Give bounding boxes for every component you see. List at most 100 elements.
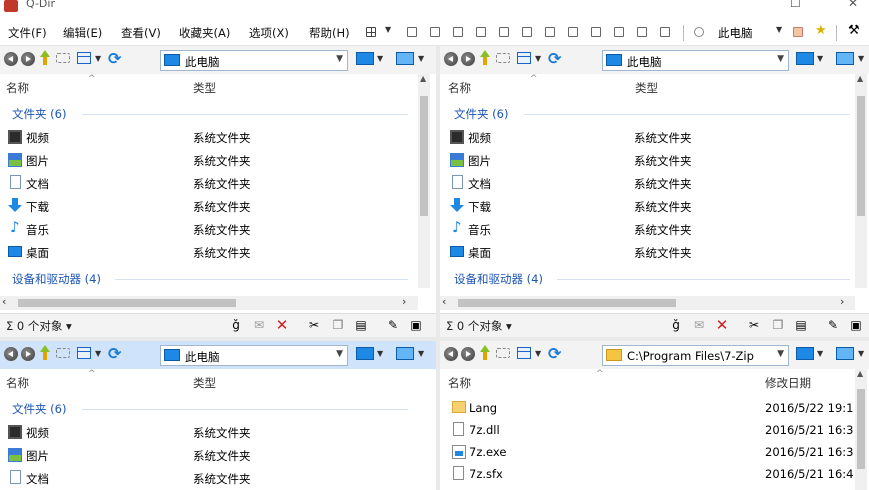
group-header[interactable]: 文件夹 (6) xyxy=(12,401,66,417)
copy-icon[interactable]: ❐ xyxy=(771,318,785,332)
list-item[interactable]: 音乐 xyxy=(468,222,491,238)
layout-grid-icon[interactable] xyxy=(366,27,376,37)
list-item[interactable]: 下载 xyxy=(468,199,491,215)
layout-3-icon[interactable] xyxy=(453,27,463,37)
address-bar[interactable]: 此电脑 ▼ xyxy=(602,50,789,71)
list-item[interactable]: 图片 xyxy=(26,153,49,169)
layout-4-icon[interactable] xyxy=(476,27,486,37)
list-item[interactable]: 文档 xyxy=(26,176,49,192)
group-header[interactable]: 设备和驱动器 (4) xyxy=(12,271,101,287)
back-icon[interactable] xyxy=(444,52,458,66)
list-item[interactable]: 桌面 xyxy=(26,245,49,261)
star-icon[interactable]: ★ xyxy=(815,23,829,38)
chevron-down-icon[interactable]: ▼ xyxy=(535,54,541,63)
delete-icon[interactable]: ✕ xyxy=(715,318,729,333)
monitor-icon[interactable] xyxy=(356,52,374,65)
scroll-thumb[interactable] xyxy=(18,299,236,307)
view-mode-icon[interactable] xyxy=(77,52,91,64)
cut-icon[interactable]: ✂ xyxy=(307,318,321,332)
chevron-down-icon[interactable]: ▼ xyxy=(858,349,864,358)
scroll-left-icon[interactable]: ‹ xyxy=(442,295,446,308)
chevron-down-icon[interactable]: ▼ xyxy=(535,349,541,358)
chevron-down-icon[interactable]: ▼ xyxy=(817,349,823,358)
format-icon[interactable]: ǧ xyxy=(229,318,243,332)
user-icon[interactable] xyxy=(694,27,704,37)
back-icon[interactable] xyxy=(444,347,458,361)
layout-6-icon[interactable] xyxy=(522,27,532,37)
monitor-icon[interactable] xyxy=(836,347,854,360)
chevron-down-icon[interactable]: ▼ xyxy=(777,349,784,359)
rename-icon[interactable]: ✎ xyxy=(826,318,840,332)
chevron-down-icon[interactable]: ▼ xyxy=(95,54,101,63)
list-item[interactable]: 7z.dll xyxy=(469,423,500,437)
up-folder-icon[interactable] xyxy=(39,345,51,361)
list-item[interactable]: 音乐 xyxy=(26,222,49,238)
scroll-left-icon[interactable]: ‹ xyxy=(2,295,6,308)
horizontal-scrollbar[interactable]: ‹ › xyxy=(0,295,418,310)
address-bar[interactable]: 此电脑 ▼ xyxy=(160,50,348,71)
refresh-icon[interactable]: ⟳ xyxy=(108,49,121,68)
scroll-up-icon[interactable]: ▲ xyxy=(420,74,426,83)
chevron-down-icon[interactable]: ▼ xyxy=(95,349,101,358)
chevron-down-icon[interactable]: ▼ xyxy=(418,349,424,358)
group-header[interactable]: 设备和驱动器 (4) xyxy=(454,271,543,287)
maximize-icon[interactable]: ☐ xyxy=(790,0,801,10)
list-item[interactable]: 7z.exe xyxy=(469,445,506,459)
view-mode-icon[interactable] xyxy=(77,347,91,359)
column-header-modified[interactable]: 修改日期 xyxy=(765,375,811,391)
new-folder-icon[interactable] xyxy=(56,53,70,63)
chevron-down-icon[interactable]: ▼ xyxy=(858,54,864,63)
back-icon[interactable] xyxy=(4,347,18,361)
list-item[interactable]: 桌面 xyxy=(468,245,491,261)
forward-icon[interactable] xyxy=(461,52,475,66)
list-item[interactable]: 文档 xyxy=(26,471,49,487)
scroll-thumb[interactable] xyxy=(857,389,865,469)
column-header-name[interactable]: 名称 xyxy=(448,375,471,391)
vertical-scrollbar[interactable]: ▲ xyxy=(418,74,430,288)
new-folder-icon[interactable] xyxy=(496,348,510,358)
pane-splitter-vertical[interactable] xyxy=(436,46,440,490)
list-item[interactable]: 视频 xyxy=(26,425,49,441)
horizontal-scrollbar[interactable]: ‹ › xyxy=(440,295,855,310)
refresh-icon[interactable]: ⟳ xyxy=(548,49,561,68)
menu-file[interactable]: 文件(F) xyxy=(8,25,47,41)
vertical-scrollbar[interactable]: ▲ xyxy=(855,369,867,490)
properties-icon[interactable]: ▣ xyxy=(849,318,863,332)
up-folder-icon[interactable] xyxy=(39,50,51,66)
menu-options[interactable]: 选项(X) xyxy=(249,25,289,41)
menu-help[interactable]: 帮助(H) xyxy=(309,25,350,41)
menu-favorites[interactable]: 收藏夹(A) xyxy=(179,25,230,41)
list-item[interactable]: 视频 xyxy=(468,130,491,146)
list-item[interactable]: Lang xyxy=(469,401,497,415)
column-header-name[interactable]: 名称 xyxy=(6,375,29,391)
layout-7-icon[interactable] xyxy=(545,27,555,37)
list-item[interactable]: 图片 xyxy=(468,153,491,169)
column-header-type[interactable]: 类型 xyxy=(635,80,658,96)
monitor-icon[interactable] xyxy=(396,52,414,65)
layout-9-icon[interactable] xyxy=(591,27,601,37)
monitor-icon[interactable] xyxy=(356,347,374,360)
monitor-icon[interactable] xyxy=(796,347,814,360)
chevron-down-icon[interactable]: ▼ xyxy=(377,349,383,358)
column-header-name[interactable]: 名称 xyxy=(448,80,471,96)
list-item[interactable]: 下载 xyxy=(26,199,49,215)
list-item[interactable]: 视频 xyxy=(26,130,49,146)
chevron-down-icon[interactable]: ▼ xyxy=(817,54,823,63)
scroll-up-icon[interactable]: ▲ xyxy=(857,74,863,83)
forward-icon[interactable] xyxy=(461,347,475,361)
cut-icon[interactable]: ✂ xyxy=(747,318,761,332)
list-item[interactable]: 7z.sfx xyxy=(469,467,503,481)
layout-5-icon[interactable] xyxy=(499,27,509,37)
rename-icon[interactable]: ✎ xyxy=(386,318,400,332)
layout-11-icon[interactable] xyxy=(637,27,647,37)
chevron-down-icon[interactable]: ▼ xyxy=(777,54,784,64)
forward-icon[interactable] xyxy=(21,52,35,66)
view-mode-icon[interactable] xyxy=(517,52,531,64)
menu-edit[interactable]: 编辑(E) xyxy=(63,25,102,41)
status-count[interactable]: Σ 0 个对象 ▾ xyxy=(446,318,512,334)
column-header-type[interactable]: 类型 xyxy=(193,80,216,96)
column-header-type[interactable]: 类型 xyxy=(193,375,216,391)
monitor-icon[interactable] xyxy=(836,52,854,65)
new-folder-icon[interactable] xyxy=(496,53,510,63)
mail-icon[interactable]: ✉ xyxy=(252,318,266,332)
